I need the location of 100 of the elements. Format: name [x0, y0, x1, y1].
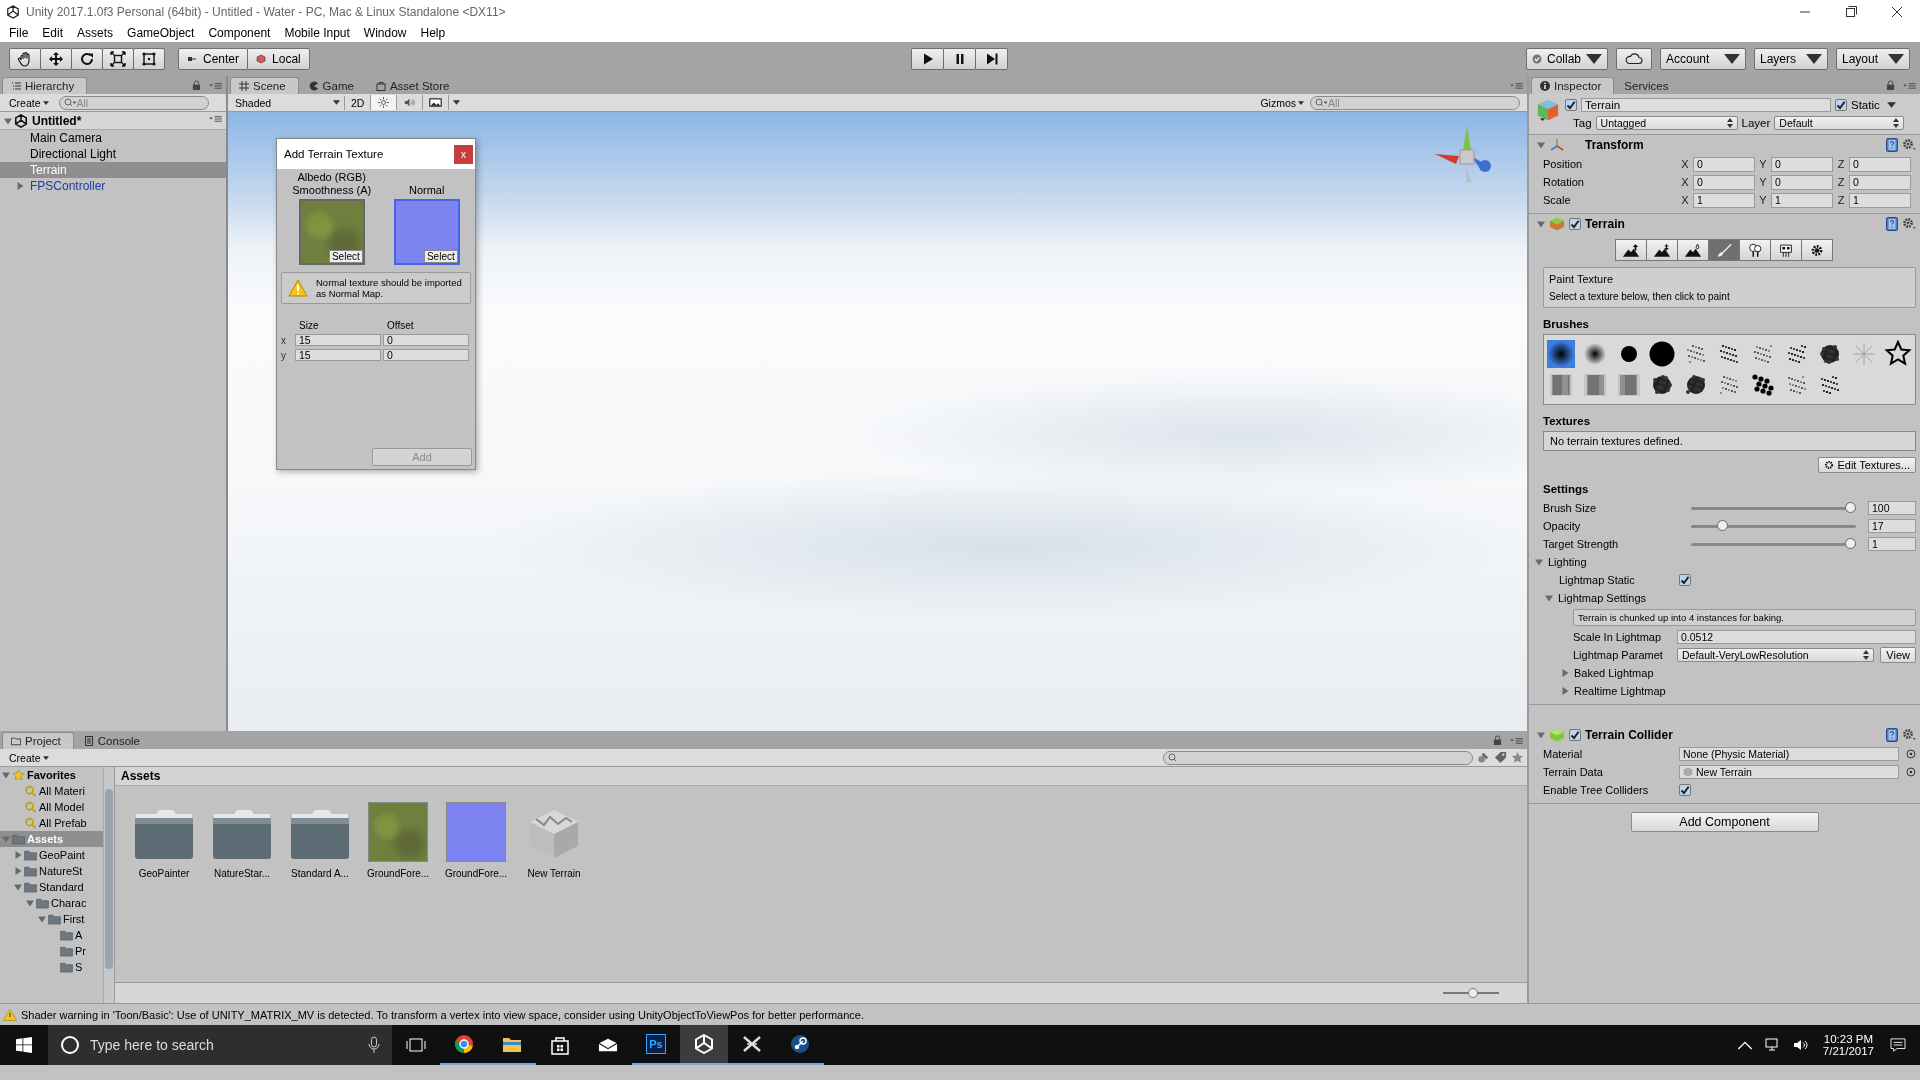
- foldout-arrow-icon[interactable]: [1561, 669, 1569, 677]
- menu-item[interactable]: Help: [413, 26, 453, 40]
- help-book-icon[interactable]: [1886, 728, 1898, 742]
- lock-icon[interactable]: [192, 80, 201, 91]
- foldout-arrow-icon[interactable]: [38, 915, 46, 923]
- number-field[interactable]: 0: [1849, 174, 1911, 190]
- object-name-field[interactable]: Terrain: [1581, 98, 1831, 112]
- number-field[interactable]: 17: [1868, 519, 1916, 533]
- select-button[interactable]: Select: [328, 250, 363, 263]
- number-field[interactable]: 0: [1693, 174, 1755, 190]
- layers-dropdown[interactable]: Layers: [1754, 48, 1828, 70]
- edit-textures-button[interactable]: Edit Textures...: [1818, 457, 1916, 473]
- handle-rotation-button[interactable]: Local: [247, 48, 310, 70]
- foldout-arrow-icon[interactable]: [14, 883, 22, 891]
- cloud-button[interactable]: [1616, 48, 1652, 70]
- menu-icon[interactable]: [1510, 736, 1523, 745]
- foldout-arrow-icon[interactable]: [2, 771, 10, 779]
- close-button[interactable]: x: [454, 144, 473, 164]
- texture-thumbnail[interactable]: Select: [298, 199, 365, 265]
- size-field[interactable]: 15: [295, 349, 381, 361]
- gear-icon[interactable]: [1902, 728, 1916, 742]
- number-field[interactable]: 1: [1771, 192, 1833, 208]
- lighting-toggle[interactable]: [371, 95, 398, 110]
- status-message[interactable]: Shader warning in 'Toon/Basic': Use of UNITY_MATRIX_MV is detected. To transform a vertex into view space, consider using UnityObjectToViewPos for better performance.: [21, 1008, 865, 1021]
- brush-swatch[interactable]: [1883, 340, 1912, 368]
- menu-item[interactable]: Window: [356, 26, 414, 40]
- slider[interactable]: [1691, 502, 1856, 514]
- menu-icon[interactable]: [209, 114, 222, 123]
- lightmap-parameters-dropdown[interactable]: Default-VeryLowResolution: [1677, 648, 1875, 662]
- shading-dropdown[interactable]: Shaded: [231, 95, 345, 110]
- search-box[interactable]: Type here to search: [48, 1025, 392, 1065]
- lock-icon[interactable]: [1886, 80, 1895, 91]
- help-book-icon[interactable]: [1886, 138, 1898, 152]
- hierarchy-item[interactable]: Directional Light: [0, 146, 226, 162]
- foldout-arrow-icon[interactable]: [1535, 558, 1543, 566]
- gear-icon[interactable]: [1902, 138, 1916, 152]
- layout-dropdown[interactable]: Layout: [1836, 48, 1910, 70]
- checkbox[interactable]: [1569, 729, 1581, 741]
- network-icon[interactable]: [1764, 1038, 1781, 1052]
- folder-tree-item[interactable]: A: [0, 927, 103, 943]
- asset-item[interactable]: GroundFore...: [367, 802, 429, 879]
- panel-tab[interactable]: Project: [2, 732, 74, 749]
- folder-tree-item[interactable]: All Model: [0, 799, 103, 815]
- menu-item[interactable]: GameObject: [120, 26, 202, 40]
- asset-item[interactable]: New Terrain: [523, 802, 585, 879]
- checkbox[interactable]: [1569, 218, 1581, 230]
- foldout-arrow-icon[interactable]: [14, 867, 22, 875]
- offset-field[interactable]: 0: [383, 334, 469, 346]
- foldout-arrow-icon[interactable]: [1537, 220, 1545, 228]
- number-field[interactable]: 0.0512: [1677, 630, 1916, 644]
- menu-item[interactable]: Assets: [70, 26, 121, 40]
- terrain-tool-button[interactable]: [1801, 239, 1833, 261]
- menu-item[interactable]: Component: [201, 26, 278, 40]
- texture-thumbnail[interactable]: Select: [393, 199, 460, 265]
- menu-icon[interactable]: [1903, 81, 1916, 90]
- folder-tree-item[interactable]: All Prefab: [0, 815, 103, 831]
- foldout-arrow-icon[interactable]: [14, 851, 22, 859]
- view-tab[interactable]: Game: [300, 77, 366, 94]
- select-button[interactable]: Select: [423, 250, 458, 263]
- menu-item[interactable]: Mobile Input: [277, 26, 357, 40]
- collab-dropdown[interactable]: Collab: [1525, 48, 1608, 70]
- view-tab[interactable]: Scene: [230, 77, 299, 94]
- step-button[interactable]: [975, 48, 1008, 70]
- number-field[interactable]: 0: [1849, 156, 1911, 172]
- brush-swatch[interactable]: [1648, 340, 1677, 368]
- object-field[interactable]: None (Physic Material): [1679, 747, 1900, 761]
- add-component-button[interactable]: Add Component: [1630, 812, 1819, 832]
- object-field[interactable]: New Terrain: [1679, 765, 1900, 779]
- notification-icon[interactable]: [1890, 1038, 1906, 1052]
- clock-time[interactable]: 10:23 PM: [1823, 1033, 1874, 1045]
- checkbox[interactable]: [1565, 99, 1577, 111]
- foldout-arrow-icon[interactable]: [1561, 687, 1569, 695]
- terrain-tool-button[interactable]: [1770, 239, 1802, 261]
- pivot-button[interactable]: Center: [178, 48, 249, 70]
- folder-tree-item[interactable]: NatureSt: [0, 863, 103, 879]
- number-field[interactable]: 0: [1693, 156, 1755, 172]
- folder-tree-item[interactable]: GeoPaint: [0, 847, 103, 863]
- number-field[interactable]: 1: [1693, 192, 1755, 208]
- star-icon[interactable]: [1511, 751, 1524, 764]
- speaker-icon[interactable]: [1792, 1038, 1809, 1052]
- account-dropdown[interactable]: Account: [1660, 48, 1746, 70]
- foldout-arrow-icon[interactable]: [1537, 731, 1545, 739]
- menu-item[interactable]: File: [2, 26, 36, 40]
- caret-icon[interactable]: [1886, 102, 1896, 108]
- slider[interactable]: [1691, 538, 1856, 550]
- taskbar-app-button[interactable]: [680, 1025, 728, 1065]
- microphone-icon[interactable]: [368, 1036, 380, 1054]
- view-tab[interactable]: Asset Store: [367, 77, 462, 94]
- gear-icon[interactable]: [1902, 217, 1916, 231]
- folder-tree-item[interactable]: Pr: [0, 943, 103, 959]
- label-tag-icon[interactable]: [1494, 751, 1507, 764]
- foldout-arrow-icon[interactable]: [4, 116, 12, 125]
- filter-type-icon[interactable]: [1477, 751, 1490, 764]
- menu-icon[interactable]: [1510, 81, 1523, 90]
- play-button[interactable]: [911, 48, 944, 70]
- tool-button[interactable]: [133, 48, 165, 70]
- checkbox[interactable]: [1679, 574, 1691, 586]
- foldout-arrow-icon[interactable]: [16, 182, 24, 190]
- checkbox[interactable]: [1679, 784, 1691, 796]
- inspector-tab[interactable]: Inspector: [1531, 77, 1615, 94]
